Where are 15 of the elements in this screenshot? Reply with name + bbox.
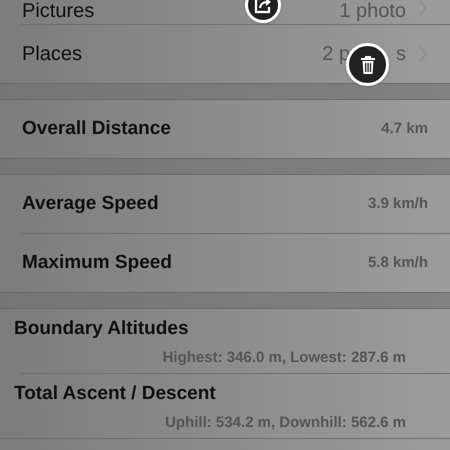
detail-label: Total Ascent / Descent	[14, 382, 217, 406]
stat-value: 3.9 km/h	[368, 194, 428, 214]
share-icon	[253, 0, 273, 15]
row-value: 1 photo	[339, 0, 406, 22]
detail-label: Boundary Altitudes	[14, 317, 190, 341]
stat-label: Overall Distance	[22, 116, 172, 141]
row-label: Places	[22, 42, 82, 67]
row-value: s	[396, 42, 406, 67]
trash-icon	[358, 54, 376, 74]
stat-label: Maximum Speed	[22, 250, 173, 275]
row-label: Pictures	[22, 0, 94, 22]
stat-label: Average Speed	[22, 192, 160, 216]
list-row[interactable]: Pictures 1 photo	[0, 0, 450, 24]
stat-value: 4.7 km	[381, 118, 428, 139]
stat-value: 5.8 km/h	[368, 252, 428, 273]
